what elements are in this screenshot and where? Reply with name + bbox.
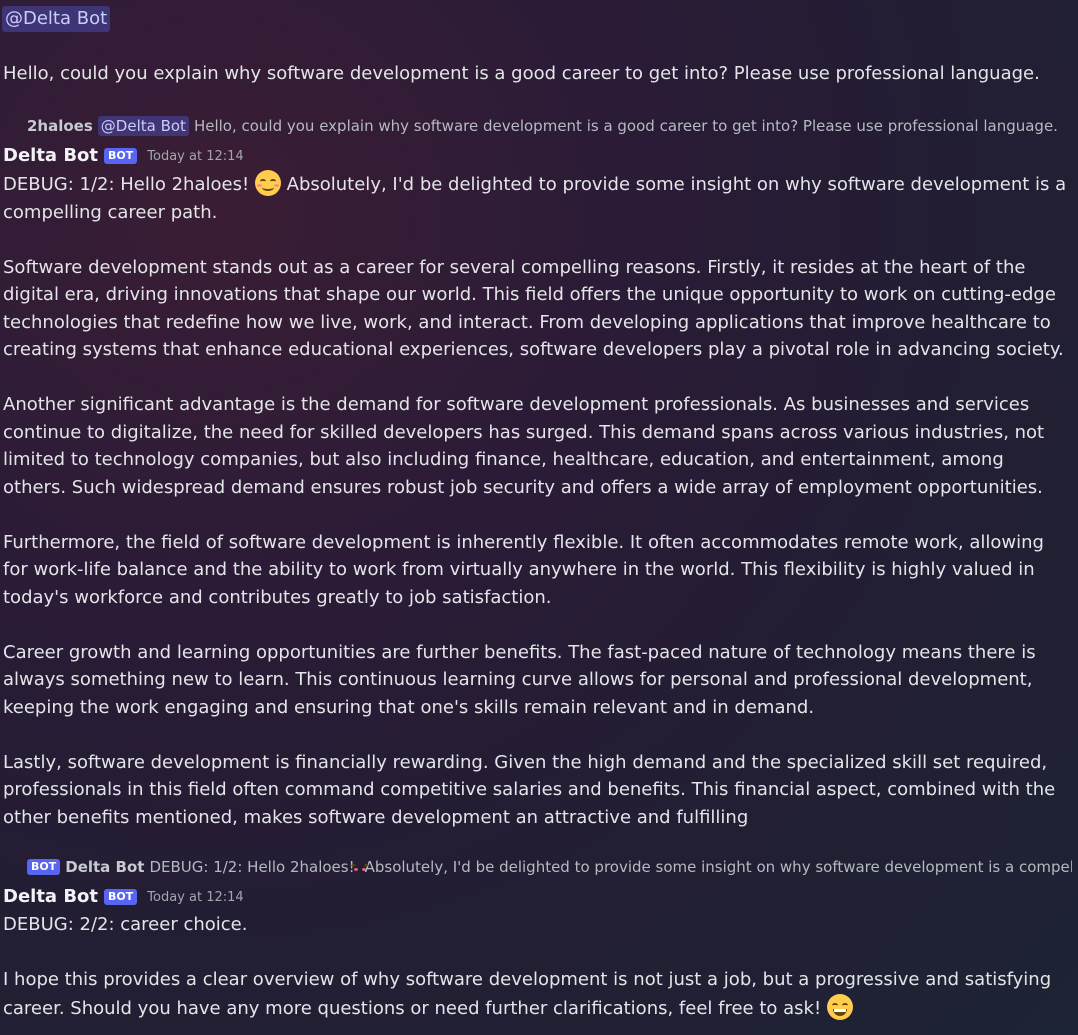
bot-tag: BOT (104, 148, 138, 164)
timestamp: Today at 12:14 (147, 889, 244, 905)
user-mention[interactable]: @Delta Bot (2, 6, 111, 32)
reply-text: Hello, could you explain why software de… (193, 117, 1058, 135)
message-2-closing: I hope this provides a clear overview of… (3, 966, 1071, 1022)
message-2-paragraph: DEBUG: 2/2: career choice. (3, 914, 248, 935)
reply-reference-2[interactable]: BOT Delta Bot DEBUG: 1/2: Hello 2haloes!… (27, 857, 1072, 877)
message-1-intro: DEBUG: 1/2: Hello 2haloes! Absolutely, I… (3, 170, 1071, 226)
reply-author[interactable]: 2haloes (27, 116, 93, 136)
message-2-body: DEBUG: 2/2: career choice. I hope this p… (3, 911, 1071, 1022)
intro-text-start: DEBUG: 1/2: Hello 2haloes! (3, 174, 250, 195)
closing-text: I hope this provides a clear overview of… (3, 969, 1052, 1019)
timestamp: Today at 12:14 (147, 148, 244, 164)
message-1-header: Delta Bot BOT Today at 12:14 (3, 144, 244, 168)
message-1-paragraph: Another significant advantage is the dem… (3, 394, 1045, 498)
message-1-paragraph: Furthermore, the field of software devel… (3, 531, 1044, 608)
smiling-face-emoji-icon (254, 170, 281, 196)
message-1-paragraph: Software development stands out as a car… (3, 256, 1064, 361)
message-1-paragraph: Lastly, software development is financia… (3, 751, 1056, 828)
message-2-header: Delta Bot BOT Today at 12:14 (3, 885, 244, 909)
bot-tag: BOT (104, 889, 138, 905)
reply-text-end: Absolutely, I'd be delighted to provide … (364, 858, 1072, 876)
reply-reference-1[interactable]: 2haloes @Delta Bot Hello, could you expl… (27, 116, 1072, 136)
reply-text-start: DEBUG: 1/2: Hello 2haloes! (149, 858, 355, 876)
reply-mention[interactable]: @Delta Bot (97, 116, 189, 136)
reply-author[interactable]: Delta Bot (65, 857, 144, 877)
bot-username[interactable]: Delta Bot (3, 144, 98, 168)
message-1-body: DEBUG: 1/2: Hello 2haloes! Absolutely, I… (3, 170, 1071, 831)
bot-username[interactable]: Delta Bot (3, 885, 98, 909)
message-1-paragraph: Career growth and learning opportunities… (3, 641, 1036, 718)
reply-bot-tag: BOT (27, 859, 61, 875)
user-message-text: Hello, could you explain why software de… (3, 63, 1040, 84)
grinning-face-emoji-icon (826, 993, 853, 1020)
